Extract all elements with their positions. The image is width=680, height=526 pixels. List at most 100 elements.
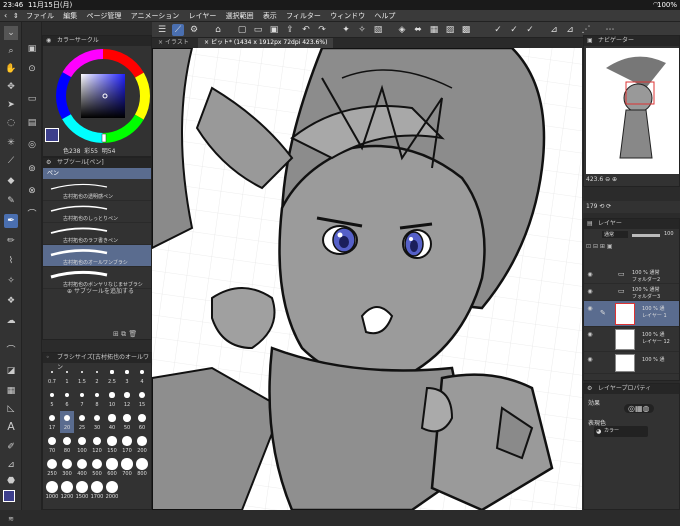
layer-row[interactable]: ◉ 100 % 通 レイヤー 12	[584, 327, 679, 352]
blend-icon[interactable]: ☁	[4, 314, 18, 328]
move-icon[interactable]: ✥	[4, 80, 18, 94]
menu-animation[interactable]: アニメーション	[131, 10, 180, 22]
figure-icon[interactable]: ◺	[4, 402, 18, 416]
text-icon[interactable]: A	[4, 420, 18, 434]
brush-size-cell[interactable]: 2000	[105, 480, 119, 502]
history-icon[interactable]: ⊗	[25, 184, 39, 198]
brush-size-cell[interactable]: 1.5	[75, 365, 89, 387]
layer-row[interactable]: ◉ 100 % 通	[584, 352, 679, 374]
menu-page[interactable]: ページ管理	[86, 10, 121, 22]
fill-selection-icon[interactable]: ▧	[372, 24, 384, 36]
fill-icon[interactable]: ◪	[4, 364, 18, 378]
zoom-icon[interactable]: ⌕	[4, 44, 18, 58]
menu-selection[interactable]: 選択範囲	[226, 10, 254, 22]
balloon-icon[interactable]: ✐	[4, 440, 18, 454]
eye-icon[interactable]: ◉	[586, 305, 594, 313]
tab-illustration[interactable]: × イラスト	[152, 38, 195, 48]
layer-panel-icon[interactable]: ▭	[25, 92, 39, 106]
settings-icon[interactable]: ⚙	[188, 24, 200, 36]
brush-size-cell[interactable]: 1700	[90, 480, 104, 502]
reference-icon[interactable]: ⊞	[600, 243, 605, 250]
brush-size-cell[interactable]: 70	[45, 434, 59, 456]
brush-item-selected[interactable]: 古村拓也のオールワンブラシ	[43, 245, 151, 267]
brush-size-cell[interactable]: 5	[45, 388, 59, 410]
ruler-snap-icon[interactable]: ⊿	[548, 24, 560, 36]
brush-size-cell[interactable]: 300	[60, 457, 74, 479]
scale-icon[interactable]: ⬌	[412, 24, 424, 36]
deselect-icon[interactable]: ▨	[444, 24, 456, 36]
brush-size-cell[interactable]: 40	[105, 411, 119, 433]
hand-icon[interactable]: ✋	[4, 62, 18, 76]
transform-icon[interactable]: ◈	[396, 24, 408, 36]
brush-size-cell[interactable]: 170	[120, 434, 134, 456]
brush-size-cell[interactable]: 700	[120, 457, 134, 479]
eraser-icon[interactable]: ◆	[4, 174, 18, 188]
brush-size-cell[interactable]: 8	[90, 388, 104, 410]
expand-icon[interactable]: ⇕	[13, 10, 19, 22]
pen-tool-active-icon[interactable]: ✒	[4, 214, 18, 228]
redo-icon[interactable]: ↷	[316, 24, 328, 36]
tab-current-document[interactable]: × ピット* (1434 x 1912px 72dpi 423.6%)	[198, 38, 334, 48]
effect-buttons[interactable]: ◎▦◍	[624, 404, 654, 413]
clipboard-icon[interactable]: ▤	[25, 116, 39, 130]
airbrush-icon[interactable]: ✧	[4, 274, 18, 288]
decoration-icon[interactable]: ❖	[4, 294, 18, 308]
brush-size-cell[interactable]: 6	[60, 388, 74, 410]
brush-size-cell[interactable]: 15	[135, 388, 149, 410]
brush-size-cell[interactable]: 100	[75, 434, 89, 456]
brush-size-cell[interactable]: 120	[90, 434, 104, 456]
eye-icon[interactable]: ◉	[586, 288, 594, 296]
chevron-left-icon[interactable]: ‹	[4, 10, 7, 22]
lasso-icon[interactable]: ◌	[4, 116, 18, 130]
blend-mode-select[interactable]: 通常	[602, 231, 628, 238]
subtool-group-tab[interactable]: ペン	[43, 168, 151, 179]
new-subtool-icon[interactable]: ⊞	[113, 330, 119, 338]
bucket-icon[interactable]: ⬣	[4, 474, 18, 488]
brush-size-cell[interactable]: 1	[60, 365, 74, 387]
brush-item[interactable]: 古村拓也のしっとりペン	[43, 201, 151, 223]
brush-size-cell[interactable]: 2.5	[105, 365, 119, 387]
layer-row-selected[interactable]: ◉ ✎ 100 % 通 レイヤー 1	[584, 301, 679, 327]
pen-icon[interactable]: ✎	[4, 194, 18, 208]
operation-icon[interactable]: ➤	[4, 98, 18, 112]
export-icon[interactable]: ⇪	[284, 24, 296, 36]
navigator-zoom[interactable]: 423.6 ⊖ ⊕	[586, 176, 617, 183]
layer-color-icon[interactable]: ◍	[643, 404, 650, 413]
transparent-color-icon[interactable]: ≋	[4, 512, 18, 526]
save-icon[interactable]: ▣	[268, 24, 280, 36]
brush-icon[interactable]: ⌇	[4, 254, 18, 268]
brush-size-cell[interactable]: 1000	[45, 480, 59, 502]
opacity-value[interactable]: 100	[664, 231, 674, 237]
brush-size-cell[interactable]: 2	[90, 365, 104, 387]
color-panel-main-swatch[interactable]	[45, 128, 59, 142]
color-mode-select[interactable]: ◕ カラー	[594, 426, 648, 437]
brush-size-cell[interactable]: 150	[105, 434, 119, 456]
open-icon[interactable]: ▭	[252, 24, 264, 36]
curve-icon[interactable]: ⌒	[4, 344, 18, 358]
menu-edit[interactable]: 編集	[63, 10, 77, 22]
brush-size-cell[interactable]: 800	[135, 457, 149, 479]
trash-icon[interactable]: 🗑	[128, 330, 137, 338]
eye-icon[interactable]: ◉	[586, 331, 594, 339]
navigator-preview[interactable]	[586, 48, 679, 174]
close-icon[interactable]: ×	[158, 39, 163, 46]
clip-icon[interactable]: ⊟	[593, 243, 598, 250]
tool-settings-icon[interactable]: ⚙	[46, 158, 51, 168]
check-icon[interactable]: ✓	[492, 24, 504, 36]
menu-help[interactable]: ヘルプ	[374, 10, 395, 22]
brush-size-cell[interactable]: 12	[120, 388, 134, 410]
brush-size-cell[interactable]: 25	[75, 411, 89, 433]
selection-edit-icon[interactable]: ▩	[460, 24, 472, 36]
collapse-icon[interactable]: ⌄	[4, 26, 18, 40]
panel-toggle-icon[interactable]: ▣	[25, 42, 39, 56]
menu-file[interactable]: ファイル	[26, 10, 54, 22]
brush-size-cell[interactable]: 10	[105, 388, 119, 410]
menu-window[interactable]: ウィンドウ	[330, 10, 365, 22]
brush-size-cell[interactable]: 200	[135, 434, 149, 456]
brush-item[interactable]: 古村拓也の透明感ペン	[43, 179, 151, 201]
material-icon[interactable]: ◎	[25, 138, 39, 152]
ruler-icon[interactable]: ⊿	[4, 458, 18, 472]
tone-icon[interactable]: ▦	[635, 404, 643, 413]
brush-size-cell[interactable]: 7	[75, 388, 89, 410]
eyedropper-icon[interactable]: ⟋	[4, 154, 18, 168]
